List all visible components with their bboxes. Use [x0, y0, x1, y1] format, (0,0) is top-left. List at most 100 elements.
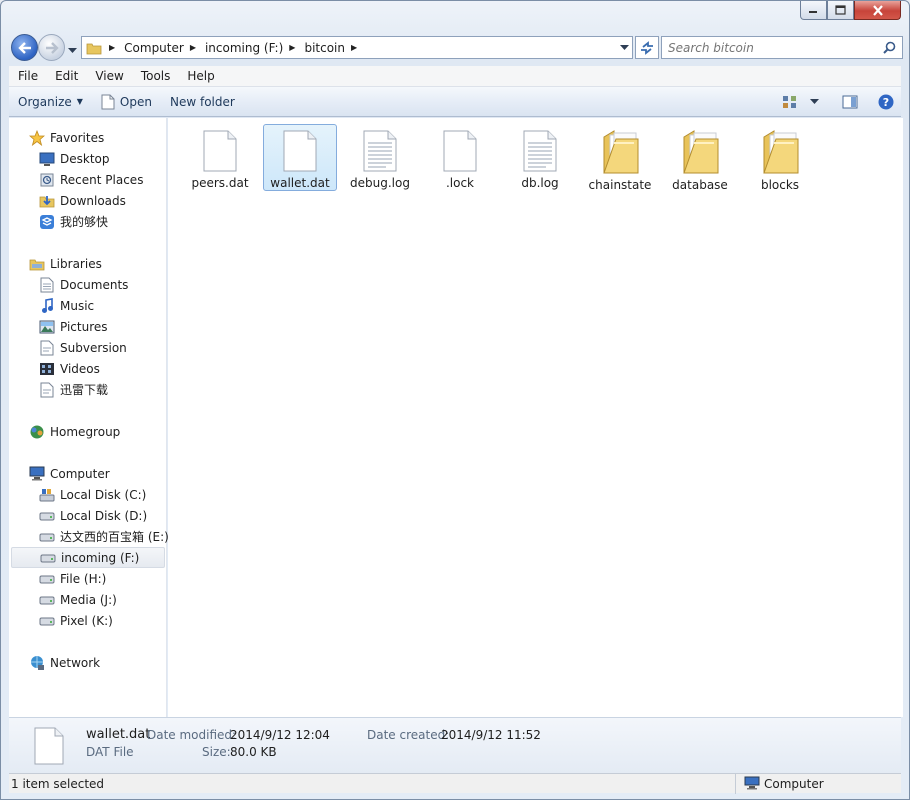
- breadcrumb-folder[interactable]: bitcoin: [301, 37, 348, 58]
- hard-drive-icon: [39, 596, 55, 604]
- address-dropdown[interactable]: [616, 37, 632, 58]
- menu-tools[interactable]: Tools: [132, 69, 179, 83]
- date-modified-value: 2014/9/12 12:04: [230, 728, 330, 742]
- sidebar-label: Network: [50, 655, 101, 670]
- hard-drive-icon: [39, 575, 55, 583]
- sidebar-item-gokuai[interactable]: 我的够快: [9, 211, 167, 232]
- sidebar-item-drive-d[interactable]: Local Disk (D:): [9, 505, 167, 526]
- file-item-wallet-dat[interactable]: wallet.dat: [263, 124, 337, 191]
- sidebar-item-network[interactable]: Network: [9, 652, 167, 673]
- star-icon: [29, 129, 45, 146]
- file-item-peers-dat[interactable]: peers.dat: [183, 124, 257, 191]
- status-location-label: Computer: [764, 777, 824, 791]
- menu-help[interactable]: Help: [178, 69, 222, 83]
- file-name: wallet.dat: [270, 176, 330, 190]
- sidebar-item-desktop[interactable]: Desktop: [9, 148, 167, 169]
- minimize-button[interactable]: [800, 1, 827, 20]
- sidebar-item-libraries[interactable]: Libraries: [9, 253, 167, 274]
- preview-pane-button[interactable]: [835, 87, 865, 116]
- back-button[interactable]: [11, 34, 38, 61]
- file-item-blocks[interactable]: blocks: [743, 124, 817, 192]
- breadcrumb-drive[interactable]: incoming (F:): [202, 37, 286, 58]
- breadcrumb-separator[interactable]: ▶: [289, 43, 295, 52]
- sidebar-item-music[interactable]: Music: [9, 295, 167, 316]
- address-bar[interactable]: ▶ Computer ▶ incoming (F:) ▶ bitcoin ▶: [81, 36, 633, 59]
- hard-drive-icon: [39, 512, 55, 520]
- sidebar-item-recent-places[interactable]: Recent Places: [9, 169, 167, 190]
- search-box[interactable]: [661, 36, 903, 59]
- document-icon: [101, 94, 115, 109]
- folder-icon: [603, 130, 639, 174]
- sidebar-item-xunlei-downloads[interactable]: 迅雷下载: [9, 379, 167, 400]
- file-name: db.log: [521, 176, 559, 190]
- breadcrumb-separator[interactable]: ▶: [109, 43, 115, 52]
- sidebar-item-drive-j[interactable]: Media (J:): [9, 589, 167, 610]
- search-input[interactable]: [662, 40, 872, 55]
- close-icon: [872, 4, 883, 16]
- sidebar-label: Libraries: [50, 256, 102, 271]
- sidebar-item-drive-h[interactable]: File (H:): [9, 568, 167, 589]
- text-file-icon: [363, 130, 397, 172]
- forward-button[interactable]: [38, 34, 65, 61]
- sidebar-label: Local Disk (D:): [60, 508, 148, 523]
- sidebar-item-drive-c[interactable]: Local Disk (C:): [9, 484, 167, 505]
- recent-pages-dropdown[interactable]: [68, 43, 77, 57]
- sidebar-item-videos[interactable]: Videos: [9, 358, 167, 379]
- sidebar-label: Media (J:): [60, 592, 117, 607]
- chevron-down-icon: [68, 48, 77, 53]
- file-name: peers.dat: [191, 176, 249, 190]
- sidebar-item-drive-f[interactable]: incoming (F:): [11, 547, 165, 568]
- computer-icon: [744, 776, 760, 789]
- libraries-group: Libraries Documents Music Pictures Subve…: [9, 253, 167, 400]
- open-label: Open: [119, 94, 152, 109]
- breadcrumb-separator[interactable]: ▶: [190, 43, 196, 52]
- sidebar-label: Music: [60, 298, 95, 313]
- sidebar-item-favorites[interactable]: Favorites: [9, 127, 167, 148]
- open-button[interactable]: Open: [92, 87, 161, 116]
- size-label: Size:: [202, 745, 231, 759]
- sidebar-item-pictures[interactable]: Pictures: [9, 316, 167, 337]
- organize-button[interactable]: Organize ▼: [9, 87, 92, 116]
- menu-file[interactable]: File: [9, 69, 46, 83]
- sidebar-item-drive-e[interactable]: 达文西的百宝箱 (E:): [9, 526, 169, 547]
- sidebar-label: Videos: [60, 361, 100, 376]
- sidebar-item-subversion[interactable]: Subversion: [9, 337, 167, 358]
- sidebar-label: Downloads: [60, 193, 126, 208]
- sidebar-item-homegroup[interactable]: Homegroup: [9, 421, 167, 442]
- document-icon: [40, 382, 54, 397]
- navigation-pane: Favorites Desktop Recent Places Download…: [9, 118, 169, 717]
- sidebar-label: Recent Places: [60, 172, 144, 187]
- blank-file-icon: [34, 727, 64, 765]
- menu-view[interactable]: View: [86, 69, 131, 83]
- menu-bar: File Edit View Tools Help: [9, 66, 901, 87]
- menu-edit[interactable]: Edit: [46, 69, 86, 83]
- sidebar-item-documents[interactable]: Documents: [9, 274, 167, 295]
- sidebar-item-drive-k[interactable]: Pixel (K:): [9, 610, 167, 631]
- blank-file-icon: [283, 130, 317, 172]
- new-folder-label: New folder: [169, 94, 235, 109]
- maximize-button[interactable]: [827, 1, 854, 20]
- view-grid-icon: [783, 95, 796, 108]
- change-view-button[interactable]: [775, 87, 805, 116]
- file-item-chainstate[interactable]: chainstate: [583, 124, 657, 192]
- sidebar-item-downloads[interactable]: Downloads: [9, 190, 167, 211]
- file-item-debug-log[interactable]: debug.log: [343, 124, 417, 191]
- details-file-name: wallet.dat: [86, 727, 151, 742]
- downloads-folder-icon: [39, 195, 55, 207]
- svg-text:?: ?: [883, 96, 889, 109]
- close-button[interactable]: [854, 1, 901, 20]
- breadcrumb-separator[interactable]: ▶: [351, 43, 357, 52]
- view-options-dropdown[interactable]: [805, 87, 823, 116]
- file-item-db-log[interactable]: db.log: [503, 124, 577, 191]
- breadcrumb-computer[interactable]: Computer: [121, 37, 187, 58]
- file-item-lock[interactable]: .lock: [423, 124, 497, 191]
- video-film-icon: [40, 362, 54, 375]
- refresh-button[interactable]: [635, 36, 659, 59]
- help-button[interactable]: ?: [871, 87, 901, 116]
- chevron-down-icon: [620, 44, 629, 50]
- file-item-database[interactable]: database: [663, 124, 737, 192]
- blank-file-icon: [203, 130, 237, 172]
- sidebar-item-computer[interactable]: Computer: [9, 463, 167, 484]
- sidebar-label: Subversion: [60, 340, 127, 355]
- new-folder-button[interactable]: New folder: [161, 87, 244, 116]
